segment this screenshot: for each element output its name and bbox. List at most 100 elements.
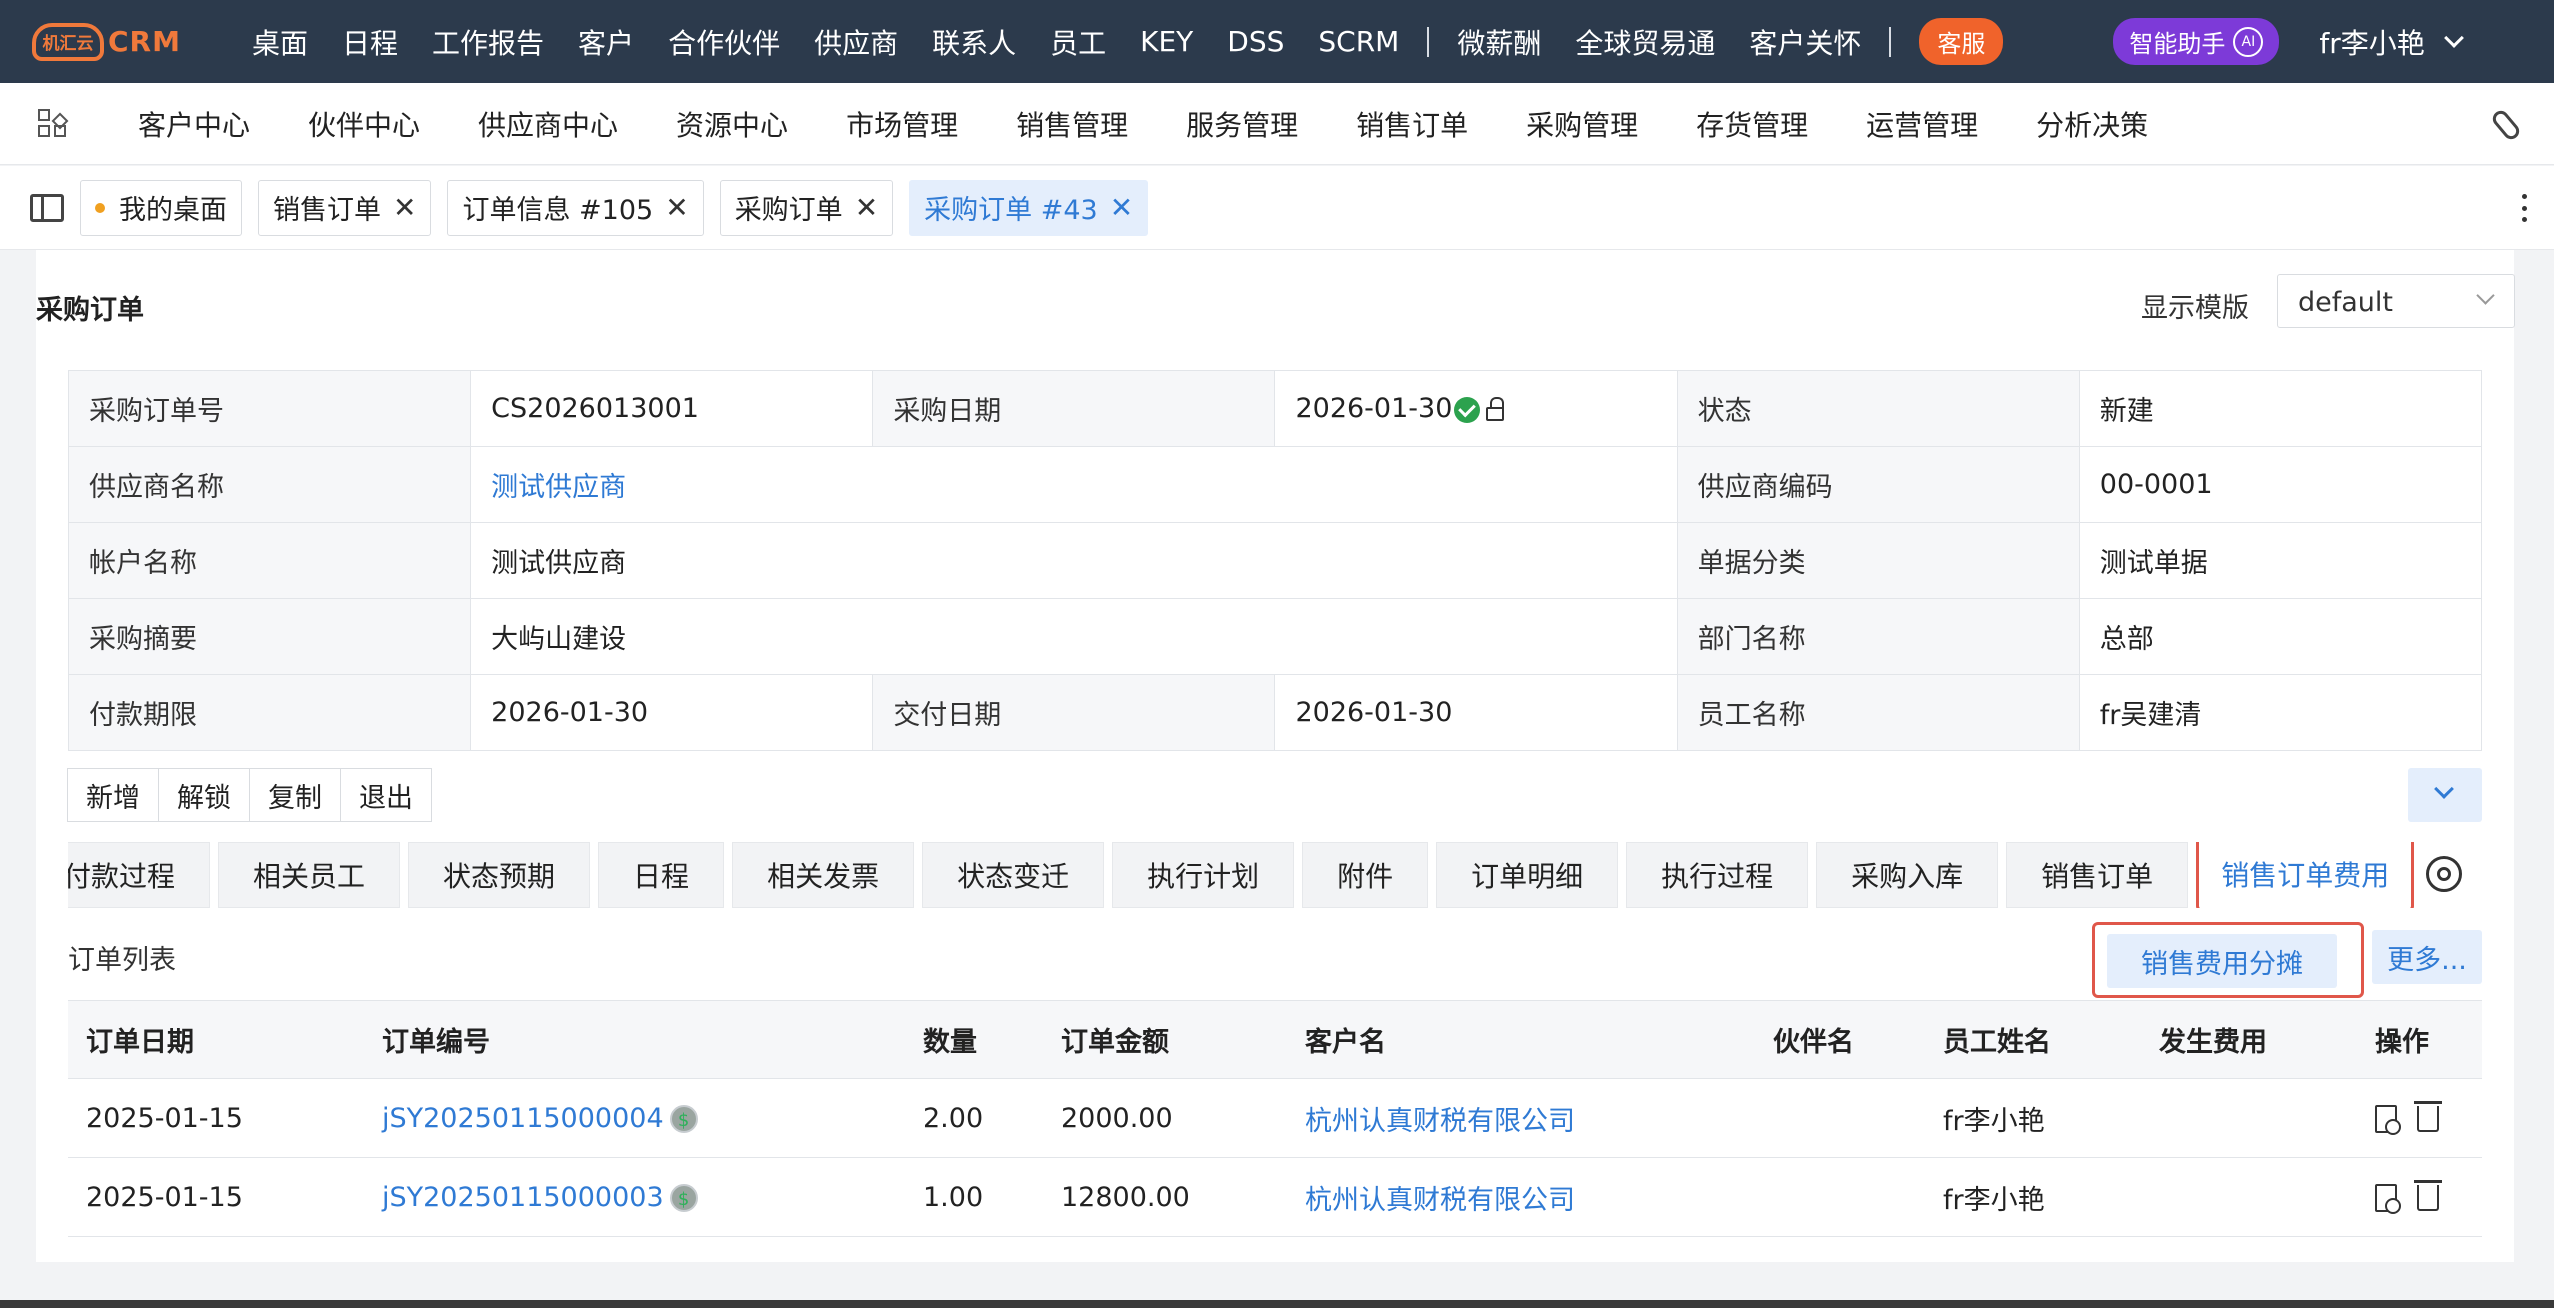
tab-purchase-order-43[interactable]: 采购订单 #43 ✕ <box>909 179 1149 236</box>
customer-service-button[interactable]: 客服 <box>1919 18 2004 65</box>
account-value: 测试供应商 <box>470 522 1678 599</box>
trash-icon[interactable] <box>2414 1180 2442 1211</box>
partner-name <box>1755 1078 1925 1158</box>
copy-button[interactable]: 复制 <box>249 768 341 822</box>
close-icon[interactable]: ✕ <box>855 191 878 224</box>
category-value: 测试单据 <box>2078 522 2483 599</box>
logo[interactable]: 机汇云 CRM <box>32 17 222 67</box>
module-inventory[interactable]: 存货管理 <box>1696 104 1808 144</box>
subtab-invoices[interactable]: 相关发票 <box>732 842 915 908</box>
column-header: 操作 <box>2357 1000 2482 1079</box>
top-nav-supplier[interactable]: 供应商 <box>814 22 898 62</box>
top-nav-care[interactable]: 客户关怀 <box>1749 22 1861 62</box>
top-nav-schedule[interactable]: 日程 <box>342 22 398 62</box>
more-button[interactable]: 更多... <box>2372 930 2482 984</box>
column-header: 订单日期 <box>68 1000 364 1079</box>
top-nav-customer[interactable]: 客户 <box>578 22 634 62</box>
ai-icon: AI <box>2233 26 2264 57</box>
field-label: 交付日期 <box>872 674 1276 751</box>
top-nav-dss[interactable]: DSS <box>1227 25 1284 58</box>
gear-icon[interactable] <box>2426 856 2462 892</box>
subtab-sales-order-cost[interactable]: 销售订单费用 <box>2196 842 2415 908</box>
subtab-sales-order[interactable]: 销售订单 <box>2006 842 2189 908</box>
customer-cell: 杭州认真财税有限公司 <box>1287 1157 1755 1237</box>
top-nav-partner[interactable]: 合作伙伴 <box>668 22 780 62</box>
exit-button[interactable]: 退出 <box>340 768 432 822</box>
sidebar-toggle-icon[interactable] <box>30 193 64 222</box>
subtab-schedule[interactable]: 日程 <box>598 842 725 908</box>
top-nav-scrm[interactable]: SCRM <box>1318 25 1399 58</box>
view-document-icon[interactable] <box>2375 1105 2401 1135</box>
module-sales-order[interactable]: 销售订单 <box>1356 104 1468 144</box>
purchase-order-card: 采购订单 显示模版 default 采购订单号 CS2026013001 采购日… <box>36 250 2515 1262</box>
subtab-attachments[interactable]: 附件 <box>1302 842 1429 908</box>
ai-assistant-button[interactable]: 智能助手 AI <box>2113 18 2280 65</box>
top-nav-employee[interactable]: 员工 <box>1050 22 1106 62</box>
top-nav-contact[interactable]: 联系人 <box>932 22 1016 62</box>
subtab-status-expect[interactable]: 状态预期 <box>408 842 591 908</box>
close-icon[interactable]: ✕ <box>665 191 688 224</box>
top-nav-trade[interactable]: 全球贸易通 <box>1575 22 1715 62</box>
module-customer-center[interactable]: 客户中心 <box>138 104 250 144</box>
top-nav-key[interactable]: KEY <box>1140 25 1193 58</box>
module-operation[interactable]: 运营管理 <box>1866 104 1978 144</box>
subtab-payment-process[interactable]: 付款过程 <box>68 842 211 908</box>
amount: 2000.00 <box>1043 1078 1287 1158</box>
trash-icon[interactable] <box>2414 1101 2442 1132</box>
module-analysis[interactable]: 分析决策 <box>2036 104 2148 144</box>
subtab-order-details[interactable]: 订单明细 <box>1436 842 1619 908</box>
more-vertical-icon[interactable] <box>2522 194 2528 222</box>
subtab-status-change[interactable]: 状态变迁 <box>922 842 1105 908</box>
supplier-link[interactable]: 测试供应商 <box>470 446 1678 523</box>
user-menu[interactable]: fr李小艳 <box>2319 22 2464 62</box>
delivery-value: 2026-01-30 <box>1274 674 1678 751</box>
module-service[interactable]: 服务管理 <box>1186 104 1298 144</box>
column-header: 数量 <box>905 1000 1043 1079</box>
module-partner-center[interactable]: 伙伴中心 <box>308 104 420 144</box>
order-number-link[interactable]: jSY20250115000004 <box>382 1103 664 1134</box>
order-list-table: 订单日期 订单编号 数量 订单金额 客户名 伙伴名 员工姓名 发生费用 操作 2… <box>68 1000 2482 1237</box>
column-header: 员工姓名 <box>1925 1000 2141 1079</box>
field-label: 付款期限 <box>67 674 472 751</box>
column-header: 客户名 <box>1287 1000 1755 1079</box>
apps-grid-icon[interactable] <box>38 108 69 139</box>
module-resource-center[interactable]: 资源中心 <box>676 104 788 144</box>
tab-my-desktop[interactable]: 我的桌面 <box>80 179 242 236</box>
lock-icon[interactable] <box>1486 396 1505 421</box>
close-icon[interactable]: ✕ <box>1110 191 1133 224</box>
subtab-execution-plan[interactable]: 执行计划 <box>1112 842 1295 908</box>
field-label: 采购摘要 <box>67 598 472 675</box>
customer-link[interactable]: 杭州认真财税有限公司 <box>1305 1106 1575 1137</box>
top-nav-payroll[interactable]: 微薪酬 <box>1457 22 1541 62</box>
module-market[interactable]: 市场管理 <box>846 104 958 144</box>
module-purchase[interactable]: 采购管理 <box>1526 104 1638 144</box>
field-label: 帐户名称 <box>67 522 472 599</box>
template-select[interactable]: default <box>2277 274 2515 328</box>
customer-link[interactable]: 杭州认真财税有限公司 <box>1305 1185 1575 1216</box>
close-icon[interactable]: ✕ <box>393 191 416 224</box>
tab-sales-order[interactable]: 销售订单 ✕ <box>258 179 432 236</box>
dept-value: 总部 <box>2078 598 2483 675</box>
subtab-related-staff[interactable]: 相关员工 <box>218 842 401 908</box>
dollar-coin-icon: $ <box>669 1105 698 1133</box>
supplier-name[interactable]: 测试供应商 <box>491 472 626 503</box>
module-supplier-center[interactable]: 供应商中心 <box>478 104 618 144</box>
top-nav-desktop[interactable]: 桌面 <box>252 22 308 62</box>
table-row: 2025-01-15 jSY20250115000004 $ 2.00 2000.… <box>68 1078 2482 1158</box>
module-sales[interactable]: 销售管理 <box>1016 104 1128 144</box>
order-number-link[interactable]: jSY20250115000003 <box>382 1182 664 1213</box>
employee-name: fr李小艳 <box>1925 1157 2141 1237</box>
dot-indicator-icon <box>95 202 105 213</box>
tab-purchase-order[interactable]: 采购订单 ✕ <box>719 179 894 236</box>
view-document-icon[interactable] <box>2375 1184 2401 1214</box>
paperclip-icon[interactable] <box>2489 107 2523 143</box>
cost-allocation-button[interactable]: 销售费用分摊 <box>2107 934 2337 988</box>
top-nav-report[interactable]: 工作报告 <box>432 22 544 62</box>
tab-order-info-105[interactable]: 订单信息 #105 ✕ <box>447 179 704 236</box>
subtab-execution-process[interactable]: 执行过程 <box>1626 842 1809 908</box>
unlock-button[interactable]: 解锁 <box>158 768 250 822</box>
employee-value: fr吴建清 <box>2078 674 2483 751</box>
expand-button[interactable] <box>2408 768 2482 822</box>
subtab-purchase-inbound[interactable]: 采购入库 <box>1816 842 1999 908</box>
add-button[interactable]: 新增 <box>67 768 159 822</box>
